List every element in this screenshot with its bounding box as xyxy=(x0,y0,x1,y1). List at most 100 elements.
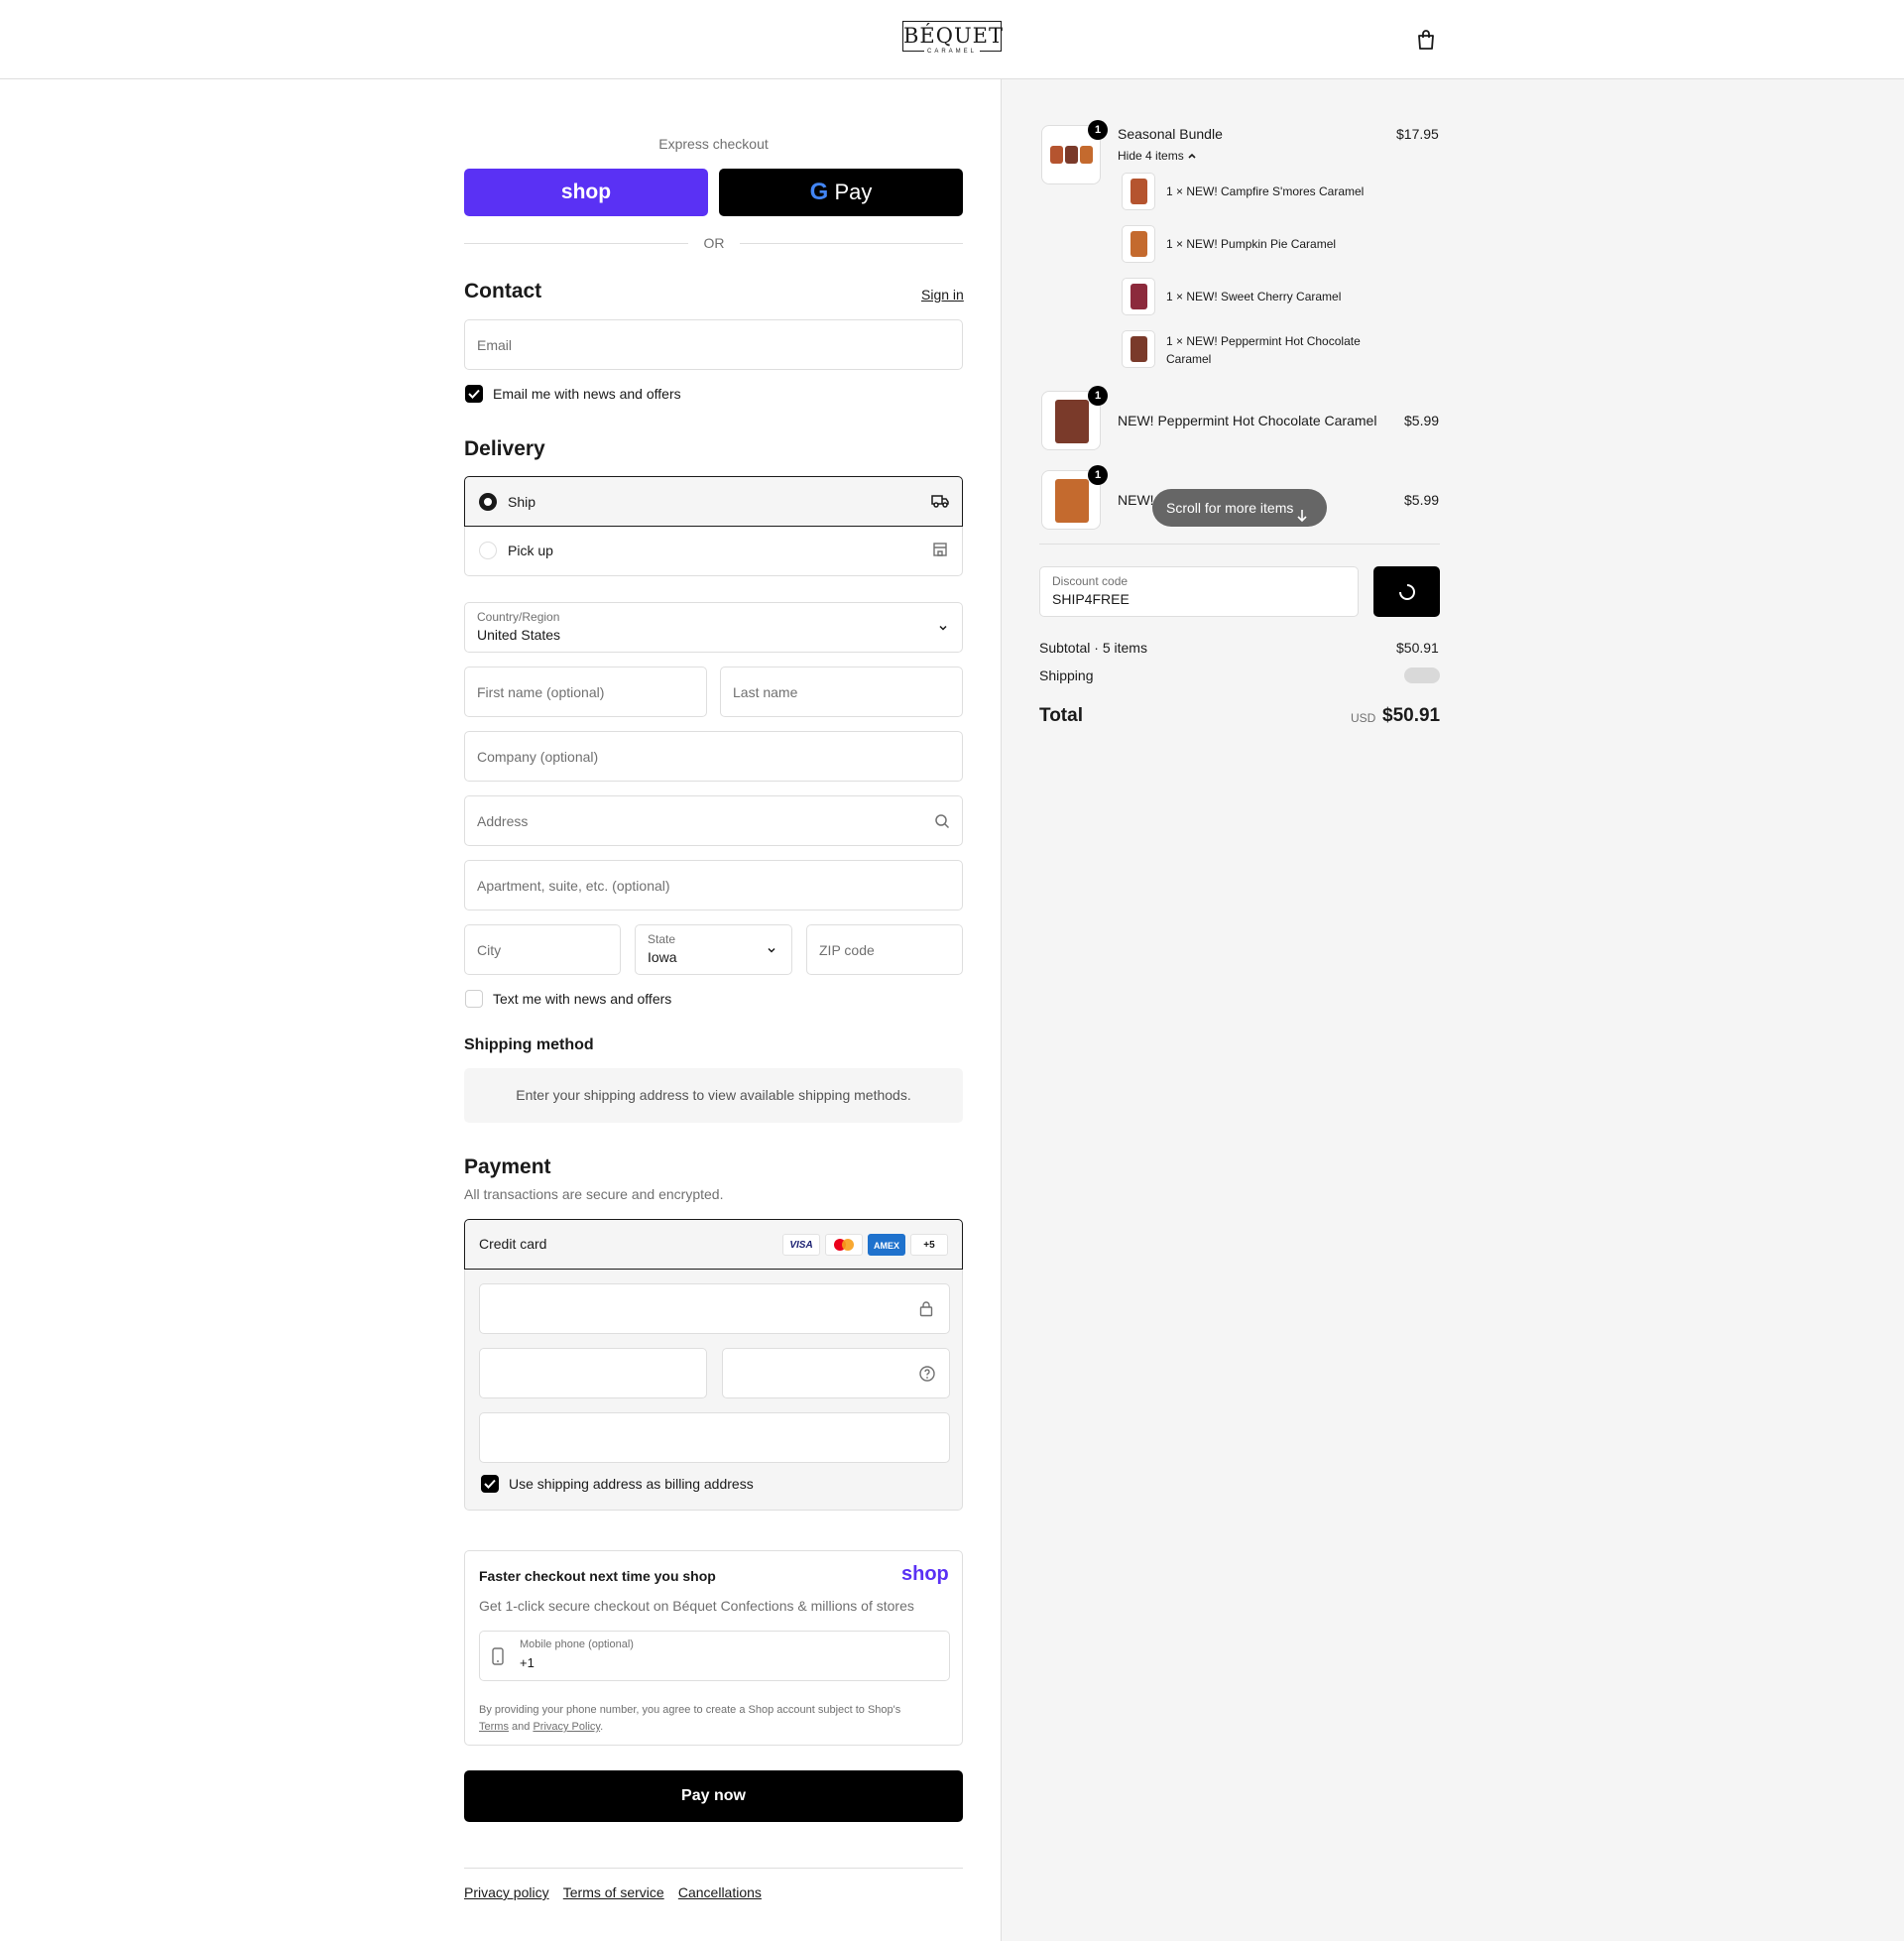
city-field[interactable]: City xyxy=(464,924,621,975)
country-label: Country/Region xyxy=(477,610,560,624)
apply-discount-button[interactable] xyxy=(1373,566,1440,617)
item-name: NEW! xyxy=(1118,492,1154,508)
item-price: $17.95 xyxy=(1396,126,1439,142)
payment-subtitle: All transactions are secure and encrypte… xyxy=(464,1186,724,1202)
shop-pay-label: shop xyxy=(560,181,612,203)
scroll-more-pill[interactable]: Scroll for more items xyxy=(1152,489,1327,527)
legal-text: By providing your phone number, you agre… xyxy=(479,1704,901,1716)
terms-link[interactable]: Terms xyxy=(479,1721,509,1733)
spinner-icon xyxy=(1397,582,1417,606)
phone-value: +1 xyxy=(520,1655,535,1670)
sub-item-thumbnail xyxy=(1122,173,1155,210)
text-news-checkbox[interactable] xyxy=(465,990,483,1008)
discount-label: Discount code xyxy=(1052,574,1129,588)
expiration-field[interactable] xyxy=(479,1348,707,1398)
summary-divider xyxy=(1039,544,1440,545)
item-name: NEW! Peppermint Hot Chocolate Caramel xyxy=(1118,413,1377,428)
shop-pay-button[interactable]: shop xyxy=(464,169,708,216)
google-g-icon: G xyxy=(809,179,829,205)
discount-value: SHIP4FREE xyxy=(1052,591,1130,607)
terms-of-service-link[interactable]: Terms of service xyxy=(563,1884,664,1900)
pay-now-button[interactable]: Pay now xyxy=(464,1770,963,1822)
state-select[interactable]: State Iowa xyxy=(635,924,792,975)
security-code-field[interactable] xyxy=(722,1348,950,1398)
lock-icon xyxy=(918,1300,934,1321)
shipping-method-title: Shipping method xyxy=(464,1036,594,1053)
credit-card-option[interactable]: Credit card VISA AMEX +5 xyxy=(464,1219,963,1270)
state-label: State xyxy=(648,932,676,946)
credit-card-label: Credit card xyxy=(479,1236,547,1252)
shipping-loading-placeholder xyxy=(1404,667,1440,683)
shop-pay-title: Faster checkout next time you shop xyxy=(479,1568,716,1584)
payment-title: Payment xyxy=(464,1155,551,1178)
sub-item-thumbnail xyxy=(1122,225,1155,263)
help-icon[interactable] xyxy=(918,1365,936,1387)
legal-and: and xyxy=(512,1721,531,1733)
company-field[interactable]: Company (optional) xyxy=(464,731,963,782)
city-placeholder: City xyxy=(477,941,502,958)
shop-pay-signup: Faster checkout next time you shop shop … xyxy=(464,1550,963,1746)
google-pay-label: Pay xyxy=(834,180,873,204)
visa-icon: VISA xyxy=(782,1234,820,1256)
shop-logo: shop xyxy=(901,1563,949,1585)
divider xyxy=(464,243,688,244)
total-currency: USD xyxy=(1351,711,1376,725)
footer-divider xyxy=(464,1868,963,1869)
email-news-label: Email me with news and offers xyxy=(493,386,681,402)
express-checkout-label: Express checkout xyxy=(658,136,769,152)
last-name-field[interactable]: Last name xyxy=(720,667,963,717)
item-price: $5.99 xyxy=(1404,413,1440,428)
subtotal-value: $50.91 xyxy=(1396,640,1439,656)
name-on-card-field[interactable] xyxy=(479,1412,950,1463)
zip-placeholder: ZIP code xyxy=(819,941,875,958)
address-field[interactable]: Address xyxy=(464,795,963,846)
shop-pay-desc: Get 1-click secure checkout on Béquet Co… xyxy=(479,1598,914,1614)
discount-code-field[interactable]: Discount code SHIP4FREE xyxy=(1039,566,1359,617)
or-separator: OR xyxy=(703,235,725,251)
phone-icon xyxy=(492,1647,504,1669)
divider xyxy=(740,243,963,244)
contact-title: Contact xyxy=(464,280,542,303)
pickup-radio[interactable] xyxy=(479,542,497,559)
pickup-label: Pick up xyxy=(508,543,553,558)
apartment-placeholder: Apartment, suite, etc. (optional) xyxy=(477,877,670,894)
chevron-down-icon xyxy=(937,621,949,638)
sub-item-label: 1 × NEW! Sweet Cherry Caramel xyxy=(1166,290,1342,303)
search-icon xyxy=(934,813,950,833)
store-icon xyxy=(932,542,948,561)
zip-field[interactable]: ZIP code xyxy=(806,924,963,975)
delivery-title: Delivery xyxy=(464,437,545,460)
email-field[interactable]: Email xyxy=(464,319,963,370)
card-number-field[interactable] xyxy=(479,1283,950,1334)
billing-checkbox[interactable] xyxy=(481,1475,499,1493)
country-select[interactable]: Country/Region United States xyxy=(464,602,963,653)
shopping-bag-icon[interactable] xyxy=(1416,29,1436,51)
address-placeholder: Address xyxy=(477,812,529,829)
logo-text: BÉQUET xyxy=(902,21,1003,52)
truck-icon xyxy=(931,493,949,513)
email-placeholder: Email xyxy=(477,336,513,353)
apartment-field[interactable]: Apartment, suite, etc. (optional) xyxy=(464,860,963,910)
google-pay-button[interactable]: G Pay xyxy=(719,169,963,216)
shipping-method-note: Enter your shipping address to view avai… xyxy=(464,1068,963,1123)
amex-icon: AMEX xyxy=(868,1234,905,1256)
privacy-policy-link[interactable]: Privacy policy xyxy=(464,1884,549,1900)
mobile-phone-field[interactable]: Mobile phone (optional) +1 xyxy=(479,1631,950,1681)
pickup-option[interactable]: Pick up xyxy=(464,527,963,576)
ship-radio[interactable] xyxy=(479,493,497,511)
last-name-placeholder: Last name xyxy=(733,683,798,700)
subtotal-label: Subtotal · 5 items xyxy=(1039,640,1147,656)
country-value: United States xyxy=(477,627,561,643)
legal-period: . xyxy=(600,1721,604,1733)
ship-option[interactable]: Ship xyxy=(464,476,963,527)
email-news-checkbox[interactable] xyxy=(465,385,483,403)
total-value: $50.91 xyxy=(1382,705,1441,726)
sign-in-link[interactable]: Sign in xyxy=(921,287,964,303)
hide-items-label: Hide 4 items xyxy=(1118,149,1184,163)
brand-logo[interactable]: BÉQUET CARAMEL xyxy=(902,21,1003,57)
first-name-field[interactable]: First name (optional) xyxy=(464,667,707,717)
privacy-link[interactable]: Privacy Policy xyxy=(533,1721,600,1733)
hide-items-toggle[interactable]: Hide 4 items xyxy=(1118,149,1197,163)
sub-item-thumbnail xyxy=(1122,278,1155,315)
cancellations-link[interactable]: Cancellations xyxy=(678,1884,762,1900)
